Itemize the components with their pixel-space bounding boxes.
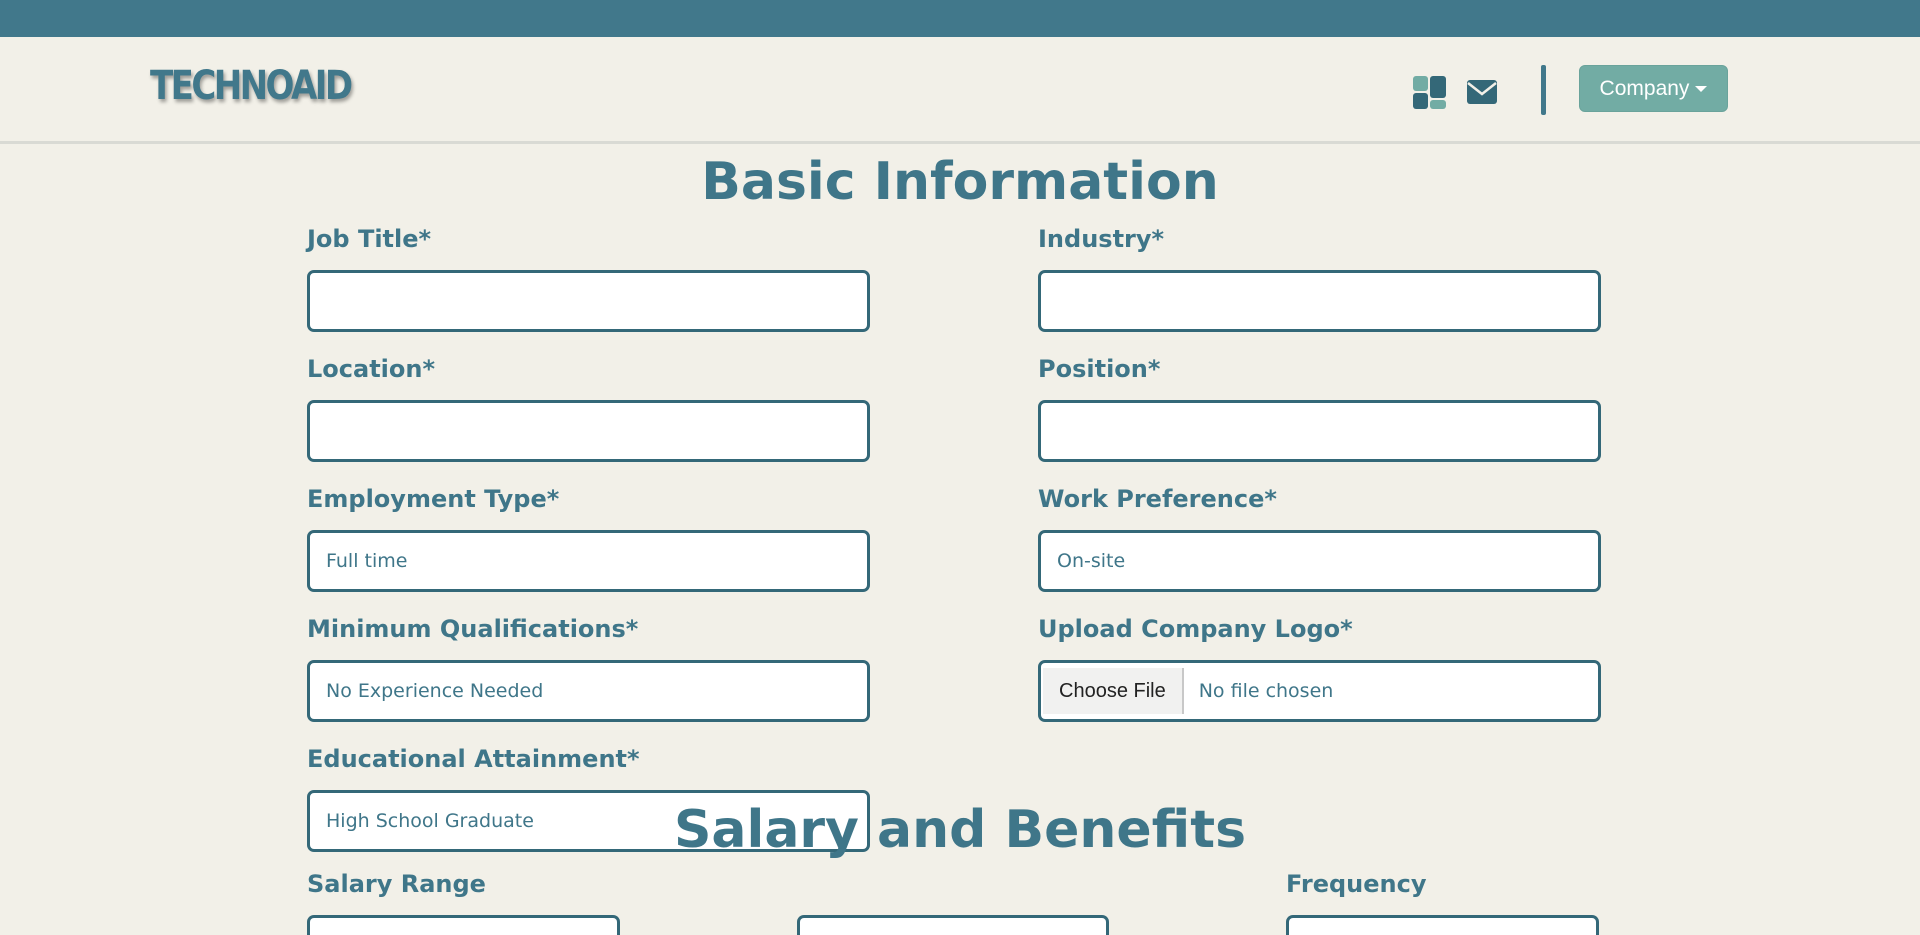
choose-file-button[interactable]: Choose File — [1043, 668, 1184, 714]
industry-label: Industry* — [1038, 225, 1165, 253]
envelope-icon[interactable] — [1466, 79, 1498, 105]
position-label: Position* — [1038, 355, 1161, 383]
employment-type-select[interactable]: Full time — [307, 530, 870, 592]
salary-benefits-title: Salary and Benefits — [673, 800, 1247, 860]
salary-max-input[interactable] — [797, 915, 1109, 935]
navbar: TECHNOAID Company — [0, 37, 1920, 144]
salary-range-label: Salary Range — [307, 870, 486, 898]
company-button-label: Company — [1599, 76, 1690, 100]
caret-down-icon — [1695, 85, 1708, 92]
basic-information-title: Basic Information — [701, 152, 1219, 212]
frequency-label: Frequency — [1286, 870, 1427, 898]
brand-logo[interactable]: TECHNOAID — [150, 63, 353, 109]
employment-type-label: Employment Type* — [307, 485, 560, 513]
education-label: Educational Attainment* — [307, 745, 640, 773]
upload-logo-input[interactable]: Choose File No file chosen — [1038, 660, 1601, 722]
work-preference-select[interactable]: On-site — [1038, 530, 1601, 592]
top-accent-bar — [0, 0, 1920, 37]
dashboard-icon[interactable] — [1410, 73, 1448, 111]
nav-divider — [1541, 65, 1546, 115]
nav-icons — [1410, 70, 1498, 114]
salary-min-input[interactable] — [307, 915, 620, 935]
location-label: Location* — [307, 355, 436, 383]
upload-logo-label: Upload Company Logo* — [1038, 615, 1353, 643]
industry-input[interactable] — [1038, 270, 1601, 332]
job-title-input[interactable] — [307, 270, 870, 332]
min-qualifications-label: Minimum Qualifications* — [307, 615, 639, 643]
min-qualifications-value: No Experience Needed — [326, 680, 544, 702]
no-file-text: No file chosen — [1198, 680, 1334, 702]
job-title-label: Job Title* — [307, 225, 432, 253]
work-preference-label: Work Preference* — [1038, 485, 1277, 513]
min-qualifications-select[interactable]: No Experience Needed — [307, 660, 870, 722]
employment-type-value: Full time — [326, 550, 408, 572]
position-input[interactable] — [1038, 400, 1601, 462]
frequency-select[interactable] — [1286, 915, 1599, 935]
work-preference-value: On-site — [1057, 550, 1126, 572]
company-dropdown-button[interactable]: Company — [1579, 65, 1728, 112]
location-input[interactable] — [307, 400, 870, 462]
